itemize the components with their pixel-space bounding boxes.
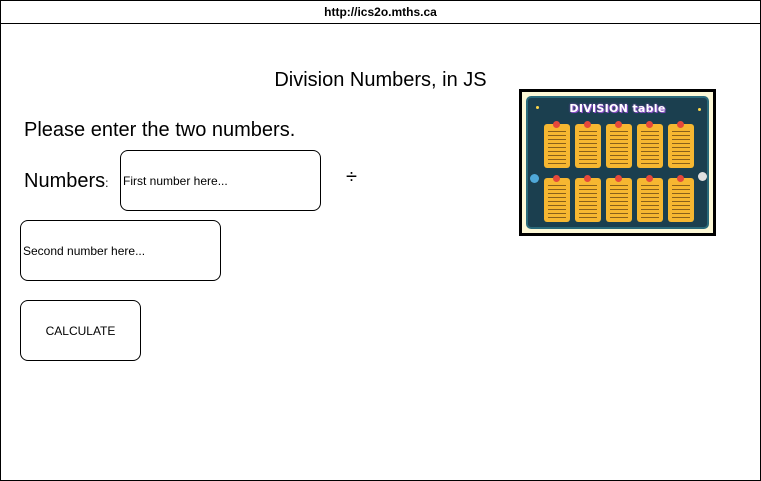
division-card: [637, 175, 663, 222]
division-card: [575, 121, 601, 168]
division-card: [544, 121, 570, 168]
divide-symbol: ÷: [346, 166, 357, 188]
instructions-text: Please enter the two numbers.: [24, 119, 296, 141]
rocket-icon: [698, 172, 707, 181]
second-number-input[interactable]: [20, 220, 221, 281]
division-table-image: DIVISION table: [519, 89, 716, 236]
division-card: [544, 175, 570, 222]
first-number-input[interactable]: [120, 150, 321, 211]
address-bar[interactable]: http://ics2o.mths.ca: [1, 1, 760, 24]
numbers-label-colon: :: [105, 176, 109, 190]
numbers-label: Numbers:: [24, 170, 108, 193]
division-card: [637, 121, 663, 168]
division-card: [668, 175, 694, 222]
division-card: [575, 175, 601, 222]
division-card: [606, 175, 632, 222]
division-card: [606, 121, 632, 168]
division-table-title: DIVISION table: [569, 102, 666, 115]
division-table-image-mat: DIVISION table: [522, 92, 713, 233]
url-text: http://ics2o.mths.ca: [324, 5, 437, 19]
calculate-button[interactable]: CALCULATE: [20, 300, 141, 361]
division-card: [668, 121, 694, 168]
star-icon: [698, 108, 701, 111]
division-table-board: DIVISION table: [526, 96, 709, 229]
planet-icon: [530, 174, 539, 183]
star-icon: [536, 106, 539, 109]
numbers-label-text: Numbers: [24, 170, 106, 192]
